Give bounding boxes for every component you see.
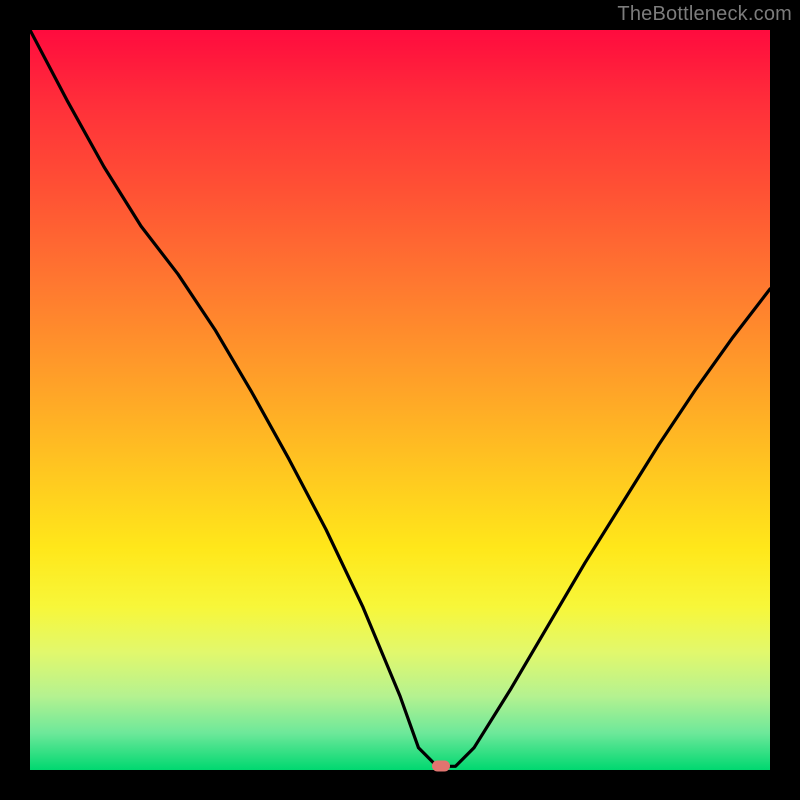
optimum-marker	[432, 761, 450, 772]
chart-frame: TheBottleneck.com	[0, 0, 800, 800]
watermark-text: TheBottleneck.com	[617, 3, 792, 26]
plot-area	[30, 30, 770, 770]
bottleneck-curve	[30, 30, 770, 770]
